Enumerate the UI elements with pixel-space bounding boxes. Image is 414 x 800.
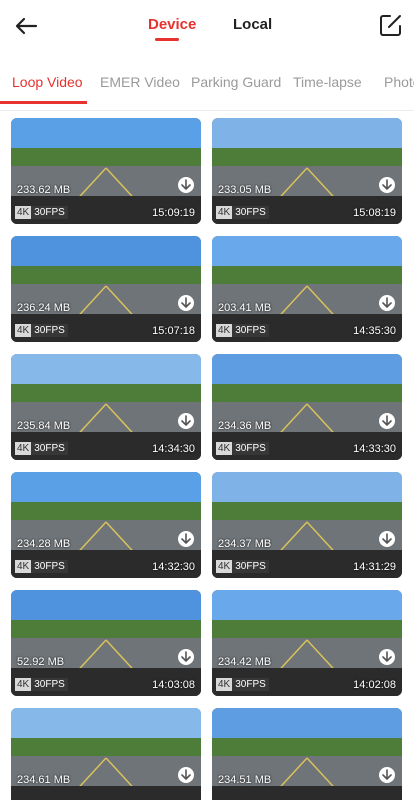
segment-active-underline [155, 38, 179, 41]
resolution-label: 4K [15, 560, 32, 573]
top-bar: Device Local [0, 0, 414, 52]
video-card[interactable]: 233.05 MB 4K 30FPS 15:08:19 [212, 118, 402, 224]
resolution-label: 4K [216, 442, 233, 455]
video-thumbnail [212, 708, 402, 800]
download-icon[interactable] [178, 531, 194, 547]
video-resolution-badge: 4K 30FPS [15, 324, 68, 337]
tab-parking-guard[interactable]: Parking Guard [191, 74, 281, 90]
video-timestamp: 15:07:18 [152, 325, 195, 337]
video-resolution-badge: 4K 30FPS [216, 678, 269, 691]
fps-label: 30FPS [232, 560, 269, 573]
resolution-label: 4K [15, 678, 32, 691]
video-card[interactable]: 234.36 MB 4K 30FPS 14:33:30 [212, 354, 402, 460]
video-file-size: 203.41 MB [218, 302, 272, 314]
resolution-label: 4K [216, 560, 233, 573]
fps-label: 30FPS [31, 678, 68, 691]
video-file-size: 234.51 MB [218, 774, 272, 786]
segment-device[interactable]: Device [148, 16, 196, 33]
tab-emer-video[interactable]: EMER Video [100, 74, 180, 90]
video-timestamp: 14:32:30 [152, 561, 195, 573]
video-resolution-badge: 4K 30FPS [15, 560, 68, 573]
resolution-label: 4K [15, 206, 32, 219]
download-icon[interactable] [379, 649, 395, 665]
video-file-size: 235.84 MB [17, 420, 71, 432]
tab-loop-video[interactable]: Loop Video [12, 74, 83, 90]
video-thumbnail [11, 708, 201, 800]
resolution-label: 4K [15, 442, 32, 455]
tab-active-underline [0, 101, 87, 104]
video-file-size: 236.24 MB [17, 302, 71, 314]
video-timestamp: 15:09:19 [152, 207, 195, 219]
video-file-size: 233.05 MB [218, 184, 272, 196]
resolution-label: 4K [15, 324, 32, 337]
video-resolution-badge: 4K 30FPS [15, 678, 68, 691]
video-card[interactable]: 235.84 MB 4K 30FPS 14:34:30 [11, 354, 201, 460]
fps-label: 30FPS [31, 324, 68, 337]
download-icon[interactable] [379, 295, 395, 311]
video-file-size: 52.92 MB [17, 656, 65, 668]
download-icon[interactable] [379, 413, 395, 429]
video-resolution-badge: 4K 30FPS [216, 442, 269, 455]
download-icon[interactable] [178, 295, 194, 311]
download-icon[interactable] [379, 177, 395, 193]
fps-label: 30FPS [31, 560, 68, 573]
video-file-size: 234.37 MB [218, 538, 272, 550]
download-icon[interactable] [178, 649, 194, 665]
video-timestamp: 14:31:29 [353, 561, 396, 573]
video-timestamp: 14:02:08 [353, 679, 396, 691]
video-file-size: 234.28 MB [17, 538, 71, 550]
video-timestamp: 14:33:30 [353, 443, 396, 455]
download-icon[interactable] [379, 531, 395, 547]
download-icon[interactable] [178, 413, 194, 429]
video-card[interactable]: 234.61 MB [11, 708, 201, 800]
video-resolution-badge: 4K 30FPS [216, 324, 269, 337]
video-timestamp: 15:08:19 [353, 207, 396, 219]
fps-label: 30FPS [232, 678, 269, 691]
fps-label: 30FPS [232, 206, 269, 219]
video-card[interactable]: 233.62 MB 4K 30FPS 15:09:19 [11, 118, 201, 224]
fps-label: 30FPS [232, 442, 269, 455]
video-card[interactable]: 236.24 MB 4K 30FPS 15:07:18 [11, 236, 201, 342]
video-file-size: 233.62 MB [17, 184, 71, 196]
video-card[interactable]: 234.37 MB 4K 30FPS 14:31:29 [212, 472, 402, 578]
video-file-size: 234.36 MB [218, 420, 272, 432]
video-timestamp: 14:34:30 [152, 443, 195, 455]
download-icon[interactable] [178, 767, 194, 783]
video-resolution-badge: 4K 30FPS [15, 206, 68, 219]
video-resolution-badge: 4K 30FPS [15, 442, 68, 455]
video-card[interactable]: 203.41 MB 4K 30FPS 14:35:30 [212, 236, 402, 342]
fps-label: 30FPS [31, 442, 68, 455]
video-grid: 233.62 MB 4K 30FPS 15:09:19 233.05 MB 4K 3… [0, 118, 414, 800]
resolution-label: 4K [216, 324, 233, 337]
download-icon[interactable] [178, 177, 194, 193]
video-card[interactable]: 52.92 MB 4K 30FPS 14:03:08 [11, 590, 201, 696]
fps-label: 30FPS [232, 324, 269, 337]
video-file-size: 234.42 MB [218, 656, 272, 668]
resolution-label: 4K [216, 206, 233, 219]
video-resolution-badge: 4K 30FPS [216, 560, 269, 573]
video-card[interactable]: 234.42 MB 4K 30FPS 14:02:08 [212, 590, 402, 696]
download-icon[interactable] [379, 767, 395, 783]
video-timestamp: 14:03:08 [152, 679, 195, 691]
tab-time-lapse[interactable]: Time-lapse [293, 74, 362, 90]
category-tabs: Loop Video EMER Video Parking Guard Time… [0, 64, 414, 106]
tabs-divider [0, 110, 414, 111]
tab-photo[interactable]: Photo [384, 74, 414, 90]
fps-label: 30FPS [31, 206, 68, 219]
video-file-size: 234.61 MB [17, 774, 71, 786]
edit-icon[interactable] [378, 12, 404, 38]
back-arrow-icon[interactable] [12, 12, 40, 40]
video-card[interactable]: 234.28 MB 4K 30FPS 14:32:30 [11, 472, 201, 578]
video-timestamp: 14:35:30 [353, 325, 396, 337]
segment-local[interactable]: Local [233, 16, 272, 33]
resolution-label: 4K [216, 678, 233, 691]
video-resolution-badge: 4K 30FPS [216, 206, 269, 219]
video-card[interactable]: 234.51 MB [212, 708, 402, 800]
